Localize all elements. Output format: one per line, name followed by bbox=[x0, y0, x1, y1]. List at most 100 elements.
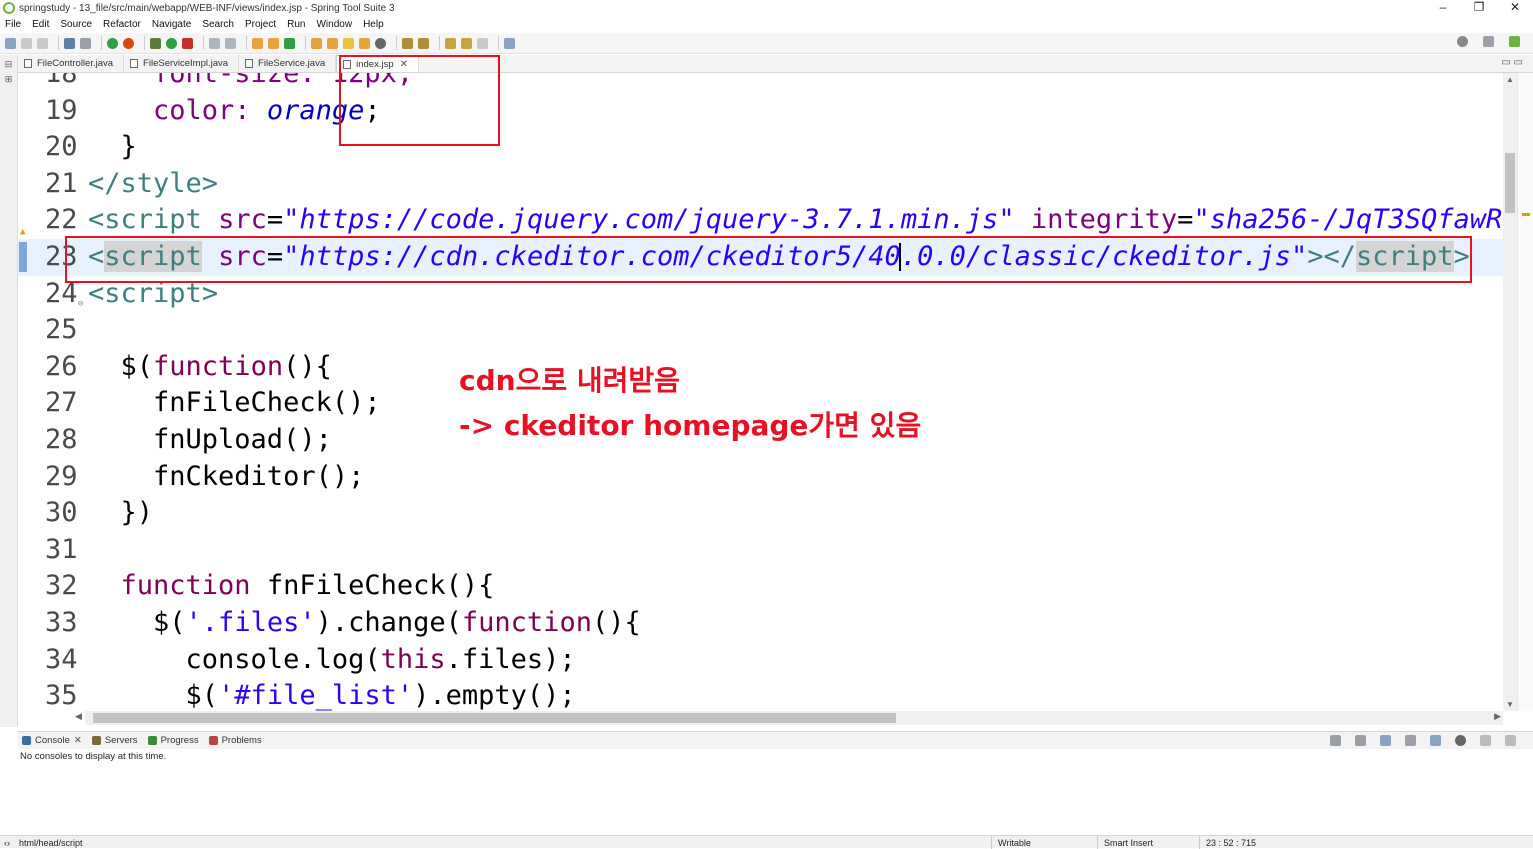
menu-refactor[interactable]: Refactor bbox=[103, 19, 141, 30]
skip-breakpoints-icon[interactable] bbox=[80, 37, 91, 49]
last-edit-icon[interactable] bbox=[445, 37, 456, 49]
maximize-view-icon[interactable] bbox=[1505, 735, 1516, 746]
menu-project[interactable]: Project bbox=[245, 19, 276, 30]
debug-icon[interactable] bbox=[150, 37, 161, 49]
code-line[interactable]: 21 </style> bbox=[18, 166, 1503, 203]
menu-source[interactable]: Source bbox=[60, 19, 92, 30]
tab-fileserviceimpl[interactable]: FileServiceImpl.java bbox=[124, 55, 240, 72]
maximize-button[interactable]: ❐ bbox=[1461, 0, 1497, 16]
new-class-icon[interactable] bbox=[284, 37, 295, 49]
line-number: 34 bbox=[45, 643, 78, 675]
code-line[interactable]: 26 $(function(){ bbox=[18, 349, 1503, 386]
code-line[interactable]: 18 font-size: 12px; bbox=[18, 73, 1503, 93]
menu-search[interactable]: Search bbox=[202, 19, 234, 30]
status-divider bbox=[1199, 836, 1200, 849]
overview-ruler[interactable] bbox=[1517, 73, 1533, 711]
save-all-icon[interactable] bbox=[37, 37, 48, 49]
annotation-icon[interactable] bbox=[402, 37, 413, 49]
console-view[interactable]: No consoles to display at this time. bbox=[18, 749, 1533, 835]
horizontal-scrollbar[interactable]: ◀ ▶ bbox=[75, 711, 1503, 725]
run-icon[interactable] bbox=[166, 37, 177, 49]
external-tools-icon[interactable] bbox=[182, 37, 193, 49]
code-line[interactable]: 20 } bbox=[18, 129, 1503, 166]
terminal-icon[interactable] bbox=[64, 37, 75, 49]
next-annotation-icon[interactable] bbox=[418, 37, 429, 49]
pen-icon[interactable] bbox=[343, 37, 354, 49]
open-type-icon[interactable] bbox=[311, 37, 322, 49]
tab-problems[interactable]: Problems bbox=[205, 735, 268, 746]
menu-run[interactable]: Run bbox=[287, 19, 305, 30]
title-bar: springstudy - 13_file/src/main/webapp/WE… bbox=[0, 0, 1533, 16]
cursor-position: 23 : 52 : 715 bbox=[1206, 838, 1257, 848]
code-line[interactable]: 25 bbox=[18, 312, 1503, 349]
code-line[interactable]: 29 fnCkeditor(); bbox=[18, 459, 1503, 496]
code-token: (){ bbox=[591, 607, 641, 638]
open-task-icon[interactable] bbox=[359, 37, 370, 49]
open-folder-icon[interactable] bbox=[327, 37, 338, 49]
globe-icon[interactable] bbox=[375, 37, 386, 49]
refresh-server-icon[interactable] bbox=[123, 37, 134, 49]
open-console-icon[interactable] bbox=[1380, 735, 1391, 746]
tab-progress[interactable]: Progress bbox=[144, 735, 205, 746]
tab-label: FileService.java bbox=[258, 58, 326, 69]
open-perspective-icon[interactable] bbox=[1483, 36, 1494, 47]
writable-status: Writable bbox=[998, 838, 1031, 848]
scroll-thumb[interactable] bbox=[1505, 153, 1515, 213]
code-line[interactable]: 33 $('.files').change(function(){ bbox=[18, 605, 1503, 642]
code-text: <script src="https://code.jquery.com/jqu… bbox=[88, 202, 1503, 239]
minimize-button[interactable]: – bbox=[1425, 0, 1461, 16]
spring-perspective-icon[interactable] bbox=[1509, 36, 1520, 47]
close-button[interactable]: ✕ bbox=[1497, 0, 1533, 16]
minimize-maximize-editor[interactable]: ▭ ▭ bbox=[1501, 57, 1523, 68]
new-java-project-icon[interactable] bbox=[252, 37, 263, 49]
scroll-lock-icon[interactable] bbox=[1430, 735, 1441, 746]
code-line[interactable]: 34 console.log(this.files); bbox=[18, 642, 1503, 679]
clear-console-icon[interactable] bbox=[1405, 735, 1416, 746]
toolbar-right bbox=[1447, 36, 1525, 47]
profile-icon[interactable] bbox=[225, 37, 236, 49]
code-editor[interactable]: 18 font-size: 12px; 19 color: orange; 20 }… bbox=[18, 73, 1503, 711]
scroll-down-icon[interactable]: ▼ bbox=[1503, 700, 1517, 709]
line-number: 27 bbox=[45, 387, 78, 419]
breadcrumb[interactable]: html/head/script bbox=[19, 838, 83, 848]
menu-edit[interactable]: Edit bbox=[32, 19, 49, 30]
menu-window[interactable]: Window bbox=[316, 19, 352, 30]
scroll-up-icon[interactable]: ▲ bbox=[1503, 75, 1517, 84]
gear-icon[interactable] bbox=[1455, 735, 1466, 746]
hscroll-thumb[interactable] bbox=[93, 713, 896, 723]
tab-filecontroller[interactable]: FileController.java bbox=[18, 55, 125, 72]
vertical-scrollbar[interactable]: ▲ ▼ bbox=[1503, 73, 1517, 711]
code-token: function bbox=[120, 570, 251, 602]
tab-servers[interactable]: Servers bbox=[88, 735, 144, 746]
tab-fileservice[interactable]: FileService.java bbox=[239, 55, 337, 72]
code-line[interactable]: 30 }) bbox=[18, 495, 1503, 532]
line-number: 33 bbox=[45, 607, 78, 638]
code-line[interactable]: 19 color: orange; bbox=[18, 93, 1503, 130]
tab-console[interactable]: Console ✕ bbox=[18, 735, 88, 746]
code-line[interactable]: ▲ 22 <script src="https://code.jquery.com/… bbox=[18, 202, 1503, 239]
menu-file[interactable]: File bbox=[5, 19, 21, 30]
pin-editor-icon[interactable] bbox=[504, 37, 515, 49]
new-icon[interactable] bbox=[5, 37, 16, 49]
save-icon[interactable] bbox=[21, 37, 32, 49]
minimize-view-icon[interactable] bbox=[1480, 735, 1491, 746]
pin-console-icon[interactable] bbox=[1330, 735, 1341, 746]
scroll-right-icon[interactable]: ▶ bbox=[1494, 711, 1501, 722]
menu-help[interactable]: Help bbox=[363, 19, 384, 30]
start-server-icon[interactable] bbox=[107, 37, 118, 49]
forward-icon[interactable] bbox=[477, 37, 488, 49]
display-console-icon[interactable] bbox=[1355, 735, 1366, 746]
package-explorer-icon[interactable]: ⊞ bbox=[0, 74, 17, 85]
code-line[interactable]: 32 function fnFileCheck(){ bbox=[18, 568, 1503, 605]
scroll-left-icon[interactable]: ◀ bbox=[75, 711, 82, 722]
menu-navigate[interactable]: Navigate bbox=[152, 19, 191, 30]
search-icon[interactable] bbox=[1457, 36, 1468, 47]
coverage-icon[interactable] bbox=[209, 37, 220, 49]
code-line[interactable]: 31 bbox=[18, 532, 1503, 569]
close-console-icon[interactable]: ✕ bbox=[74, 735, 82, 746]
new-package-icon[interactable] bbox=[268, 37, 279, 49]
restore-icon[interactable]: ⊟ bbox=[0, 59, 17, 70]
warning-marker[interactable] bbox=[1522, 213, 1530, 216]
code-line[interactable]: 35 $('#file_list').empty(); bbox=[18, 678, 1503, 711]
back-icon[interactable] bbox=[461, 37, 472, 49]
